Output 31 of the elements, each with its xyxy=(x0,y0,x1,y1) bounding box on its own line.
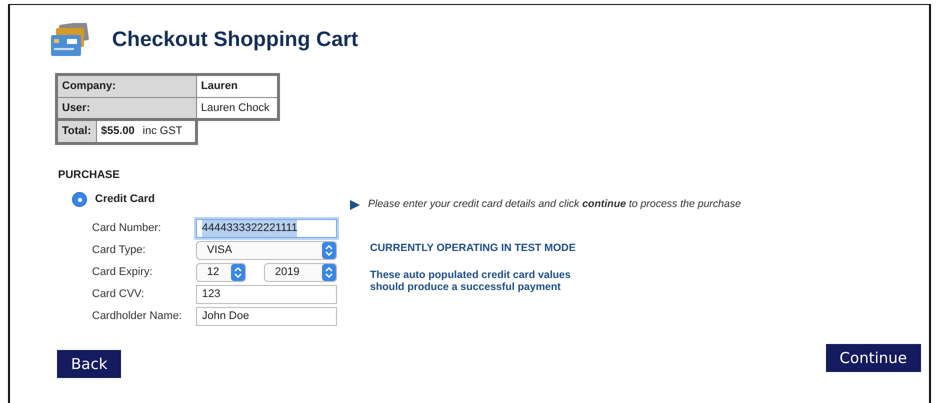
back-button[interactable]: Back xyxy=(57,350,122,378)
radio-button[interactable] xyxy=(72,192,87,207)
chevron-icon xyxy=(325,245,333,256)
test-mode-notice: CURRENTLY OPERATING IN TEST MODE xyxy=(370,240,577,256)
radio-label: Credit Card xyxy=(95,192,155,207)
field-label: Cardholder Name: xyxy=(92,309,183,324)
input-field[interactable]: John Doe xyxy=(196,307,337,326)
arrow-icon xyxy=(350,200,360,210)
field-label: Card Number: xyxy=(92,221,162,236)
row-label: Company: xyxy=(56,74,196,97)
chevron-icon xyxy=(325,267,333,278)
credit-cards-icon xyxy=(50,23,90,57)
select-field[interactable]: VISA xyxy=(196,241,337,260)
section-heading: PURCHASE xyxy=(58,168,121,182)
test-mode-note: These auto populated credit card values should produce a successful payment xyxy=(370,268,572,294)
total-label: Total: xyxy=(56,120,96,143)
row-value: Lauren xyxy=(196,74,278,97)
field-label: Card CVV: xyxy=(92,287,146,302)
continue-button[interactable]: Continue xyxy=(826,344,921,372)
total-amount: $55.00 xyxy=(101,125,135,137)
row-value: Lauren Chock xyxy=(196,97,278,120)
input-field[interactable]: 4444333322221111 xyxy=(196,219,337,238)
field-label: Card Expiry: xyxy=(92,265,154,280)
select-field[interactable]: 2019 xyxy=(264,263,337,282)
instruction-text: Please enter your credit card details and click continue to process the purchase xyxy=(368,197,741,212)
chevron-icon xyxy=(234,267,242,278)
input-field[interactable]: 123 xyxy=(196,285,337,304)
page-title: Checkout Shopping Cart xyxy=(112,27,358,53)
select-field[interactable]: 12 xyxy=(196,263,246,282)
total-note: inc GST xyxy=(142,125,182,137)
field-label: Card Type: xyxy=(92,243,147,258)
